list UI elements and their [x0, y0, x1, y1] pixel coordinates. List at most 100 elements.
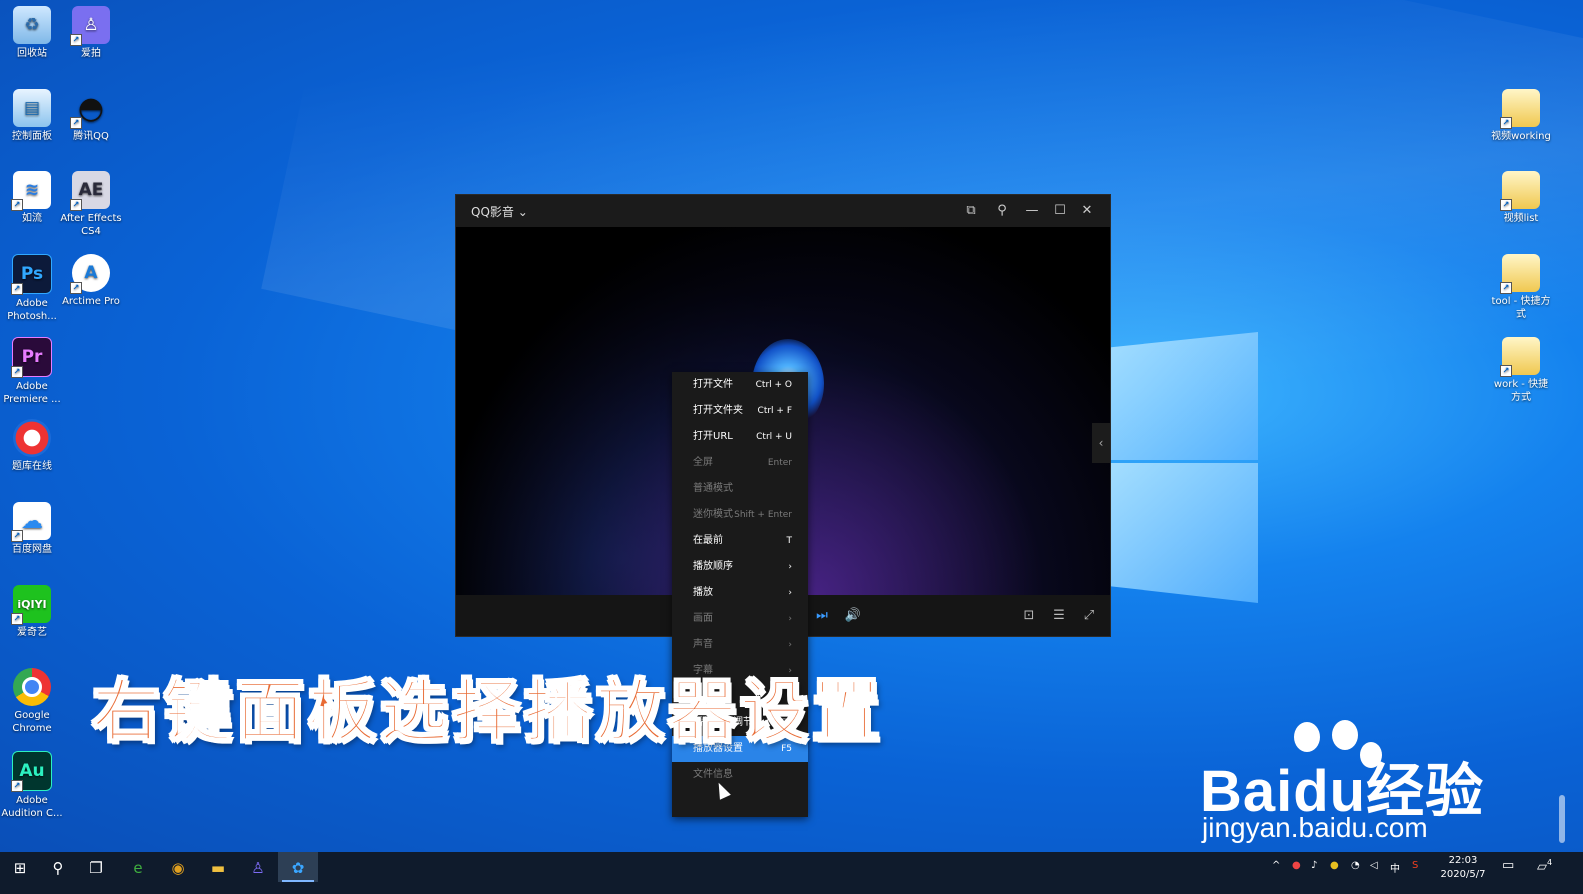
icon-label: work - 快捷方式: [1493, 379, 1549, 403]
desktop-icon-baidu-netdisk[interactable]: ☁ ↗ 百度网盘: [0, 502, 64, 556]
desktop-icon-premiere[interactable]: Pr ↗ Adobe Premiere ...: [0, 337, 64, 406]
pin-icon[interactable]: ⚲: [992, 201, 1012, 221]
settings-icon[interactable]: ☰: [1049, 606, 1069, 626]
menu-item-label: 播放顺序: [693, 561, 733, 572]
fullscreen-icon[interactable]: ⤢: [1079, 606, 1099, 626]
menu-item-label: 普通模式: [693, 483, 733, 494]
context-menu-item[interactable]: 打开URL Ctrl + U: [672, 424, 808, 450]
icon-label: Adobe Premiere ...: [3, 381, 61, 405]
premiere-icon: Pr ↗: [11, 337, 52, 378]
context-menu-item[interactable]: 播放顺序 ›: [672, 554, 808, 580]
360-browser-icon[interactable]: e: [118, 852, 158, 882]
baidu-netdisk-icon: ☁ ↗: [11, 502, 51, 542]
audition-icon: Au ↗: [11, 751, 52, 792]
icon-label: Google Chrome: [12, 710, 52, 734]
icon-label: tool - 快捷方式: [1491, 296, 1551, 320]
next-icon[interactable]: ⏭: [812, 606, 832, 626]
speaker-icon[interactable]: ◁: [1370, 860, 1378, 871]
action-center-icon[interactable]: ▱4: [1537, 858, 1552, 874]
playlist-toggle-icon[interactable]: ‹: [1092, 423, 1110, 463]
chevron-down-icon: ⌄: [517, 205, 528, 219]
file-explorer-icon[interactable]: ▬: [198, 852, 238, 882]
norton-tray-icon[interactable]: ●: [1330, 860, 1339, 871]
menu-item-shortcut: Ctrl + F: [757, 406, 792, 416]
desktop-icon-recycle-bin[interactable]: ♻ 回收站: [0, 6, 64, 60]
desktop-icon-work[interactable]: ↗ work - 快捷方式: [1489, 337, 1553, 404]
weibo-tray-icon[interactable]: ●: [1292, 860, 1301, 871]
ime-indicator[interactable]: 中: [1390, 860, 1400, 875]
microphone-icon[interactable]: ♪: [1311, 860, 1317, 871]
menu-item-shortcut: ›: [788, 562, 792, 572]
pip-icon[interactable]: ⧉: [961, 201, 981, 221]
folder-shortcut-icon: ↗: [1500, 171, 1540, 211]
maximize-button[interactable]: ☐: [1050, 201, 1070, 221]
aipai-icon[interactable]: ♙: [238, 852, 278, 882]
desktop-icon-chrome[interactable]: Google Chrome: [0, 668, 64, 735]
scrollbar[interactable]: [1559, 795, 1565, 843]
folder-shortcut-icon: ↗: [1500, 254, 1540, 294]
clock-date: 2020/5/7: [1440, 869, 1486, 880]
notes-icon[interactable]: ▭: [1502, 858, 1514, 873]
player-title-menu[interactable]: QQ影音 ⌄: [471, 203, 528, 220]
close-button[interactable]: ✕: [1077, 201, 1097, 221]
taskbar: ⊞ ⚲ ❐ e ◉ ▬ ♙ ✿ ^ ● ♪ ● ◔ ◁ 中 S 22:03 2020/5…: [0, 852, 1583, 894]
desktop-icon-tool[interactable]: ↗ tool - 快捷方式: [1489, 254, 1553, 321]
desktop-icon-audition[interactable]: Au ↗ Adobe Audition C...: [0, 751, 64, 820]
sogou-tray-icon[interactable]: S: [1412, 860, 1418, 871]
desktop-icon-tiku[interactable]: 题库在线: [0, 419, 64, 473]
desktop-icon-video-list[interactable]: ↗ 视频list: [1489, 171, 1553, 225]
icon-label: 控制面板: [12, 131, 52, 142]
menu-item-shortcut: ›: [788, 614, 792, 624]
menu-item-label: 打开文件夹: [693, 405, 743, 416]
iqiyi-icon: iQIYI ↗: [11, 585, 51, 625]
context-menu-item: 文件信息: [672, 762, 808, 788]
context-menu-item[interactable]: 打开文件 Ctrl + O: [672, 372, 808, 398]
search-icon[interactable]: ⚲: [38, 852, 78, 882]
menu-item-label: 全屏: [693, 457, 713, 468]
chrome-icon[interactable]: ◉: [158, 852, 198, 882]
desktop: ♻ 回收站 ♙ ↗ 爱拍 ▤ 控制面板 ◓ ↗ 腾讯QQ ≋ ↗ 如流 AE ↗ Aft…: [0, 0, 1583, 852]
icon-label: 爱拍: [81, 48, 101, 59]
player-titlebar[interactable]: QQ影音 ⌄ ⧉ ⚲ — ☐ ✕: [456, 195, 1110, 227]
menu-item-label: 在最前: [693, 535, 723, 546]
desktop-icon-aipai[interactable]: ♙ ↗ 爱拍: [59, 6, 123, 60]
desktop-icon-iqiyi[interactable]: iQIYI ↗ 爱奇艺: [0, 585, 64, 639]
windows-logo: [1110, 310, 1260, 610]
context-menu-item: 声音 ›: [672, 632, 808, 658]
menu-item-label: 播放: [693, 587, 713, 598]
clock-time: 22:03: [1448, 855, 1478, 866]
screenshot-icon[interactable]: ⊡: [1019, 606, 1039, 626]
minimize-button[interactable]: —: [1022, 201, 1042, 221]
desktop-icon-after-effects[interactable]: AE ↗ After Effects CS4: [59, 171, 123, 238]
context-menu-item[interactable]: 播放 ›: [672, 580, 808, 606]
menu-item-label: 声音: [693, 639, 713, 650]
volume-icon[interactable]: 🔊: [843, 606, 863, 626]
icon-label: Adobe Audition C...: [1, 795, 63, 819]
context-menu-item[interactable]: 在最前 T: [672, 528, 808, 554]
desktop-icon-control-panel[interactable]: ▤ 控制面板: [0, 89, 64, 143]
icon-label: 百度网盘: [12, 544, 52, 555]
icon-label: 爱奇艺: [17, 627, 47, 638]
context-menu-item: 迷你模式 Shift + Enter: [672, 502, 808, 528]
clock[interactable]: 22:03 2020/5/7: [1438, 854, 1488, 882]
arctime-icon: A ↗: [70, 254, 110, 294]
menu-item-shortcut: Enter: [767, 458, 792, 468]
desktop-icon-video-working[interactable]: ↗ 视频working: [1489, 89, 1553, 143]
ruliu-icon: ≋ ↗: [11, 171, 51, 211]
start-button[interactable]: ⊞: [0, 852, 40, 882]
desktop-icon-ruliu[interactable]: ≋ ↗ 如流: [0, 171, 64, 225]
context-menu-item[interactable]: 打开文件夹 Ctrl + F: [672, 398, 808, 424]
menu-item-shortcut: Ctrl + O: [755, 380, 792, 390]
menu-item-shortcut: ›: [788, 588, 792, 598]
icon-label: 腾讯QQ: [73, 131, 109, 142]
desktop-icon-qq[interactable]: ◓ ↗ 腾讯QQ: [59, 89, 123, 143]
qq-player-icon[interactable]: ✿: [278, 852, 318, 882]
menu-item-label: 画面: [693, 613, 713, 624]
desktop-icon-photoshop[interactable]: Ps ↗ Adobe Photosh...: [0, 254, 64, 323]
network-icon[interactable]: ◔: [1351, 860, 1360, 871]
tiku-icon: [13, 419, 51, 457]
show-hidden-icons[interactable]: ^: [1272, 860, 1280, 871]
context-menu-item: 画面 ›: [672, 606, 808, 632]
task-view-icon[interactable]: ❐: [76, 852, 116, 882]
desktop-icon-arctime[interactable]: A ↗ Arctime Pro: [59, 254, 123, 308]
